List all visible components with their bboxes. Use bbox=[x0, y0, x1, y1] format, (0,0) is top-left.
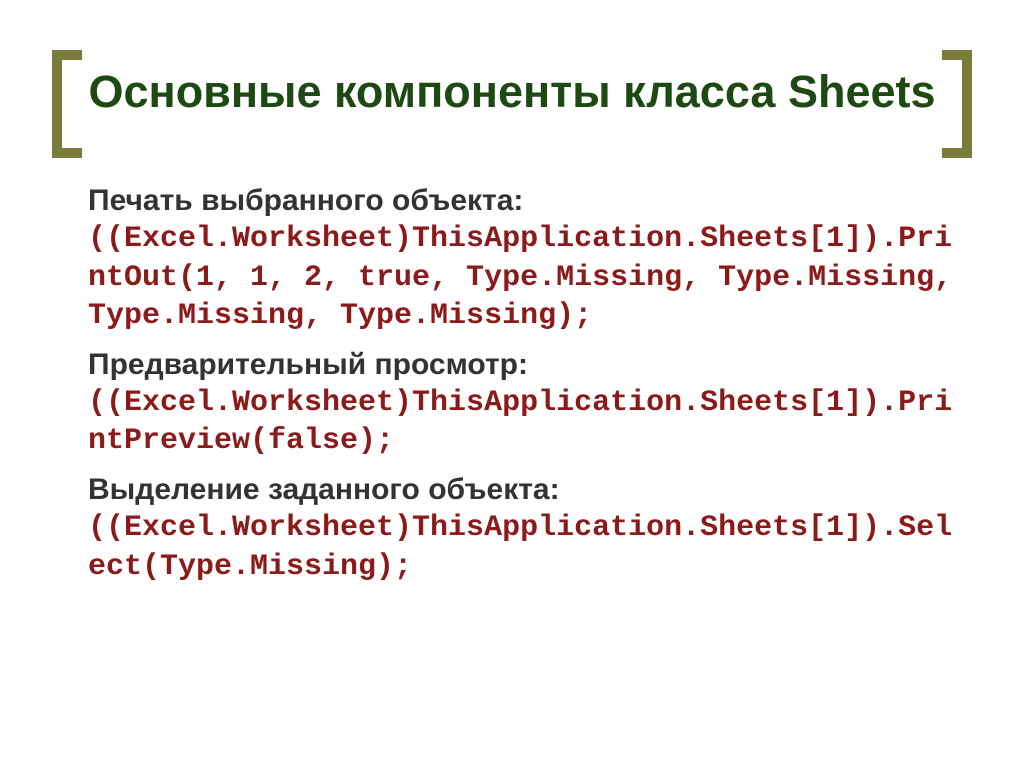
section-1: Печать выбранного объекта: ((Excel.Works… bbox=[88, 182, 954, 336]
section-1-code: ((Excel.Worksheet)ThisApplication.Sheets… bbox=[88, 220, 954, 335]
slide-title: Основные компоненты класса Sheets bbox=[88, 66, 935, 118]
section-2-code: ((Excel.Worksheet)ThisApplication.Sheets… bbox=[88, 384, 954, 461]
section-2: Предварительный просмотр: ((Excel.Worksh… bbox=[88, 346, 954, 461]
section-2-label: Предварительный просмотр: bbox=[88, 346, 954, 384]
section-3-label: Выделение заданного объекта: bbox=[88, 471, 954, 509]
section-3-code: ((Excel.Worksheet)ThisApplication.Sheets… bbox=[88, 509, 954, 586]
section-3: Выделение заданного объекта: ((Excel.Wor… bbox=[88, 471, 954, 586]
slide-body: Печать выбранного объекта: ((Excel.Works… bbox=[88, 182, 954, 596]
title-area: Основные компоненты класса Sheets bbox=[0, 22, 1024, 162]
slide: Основные компоненты класса Sheets Печать… bbox=[0, 0, 1024, 768]
section-1-label: Печать выбранного объекта: bbox=[88, 182, 954, 220]
